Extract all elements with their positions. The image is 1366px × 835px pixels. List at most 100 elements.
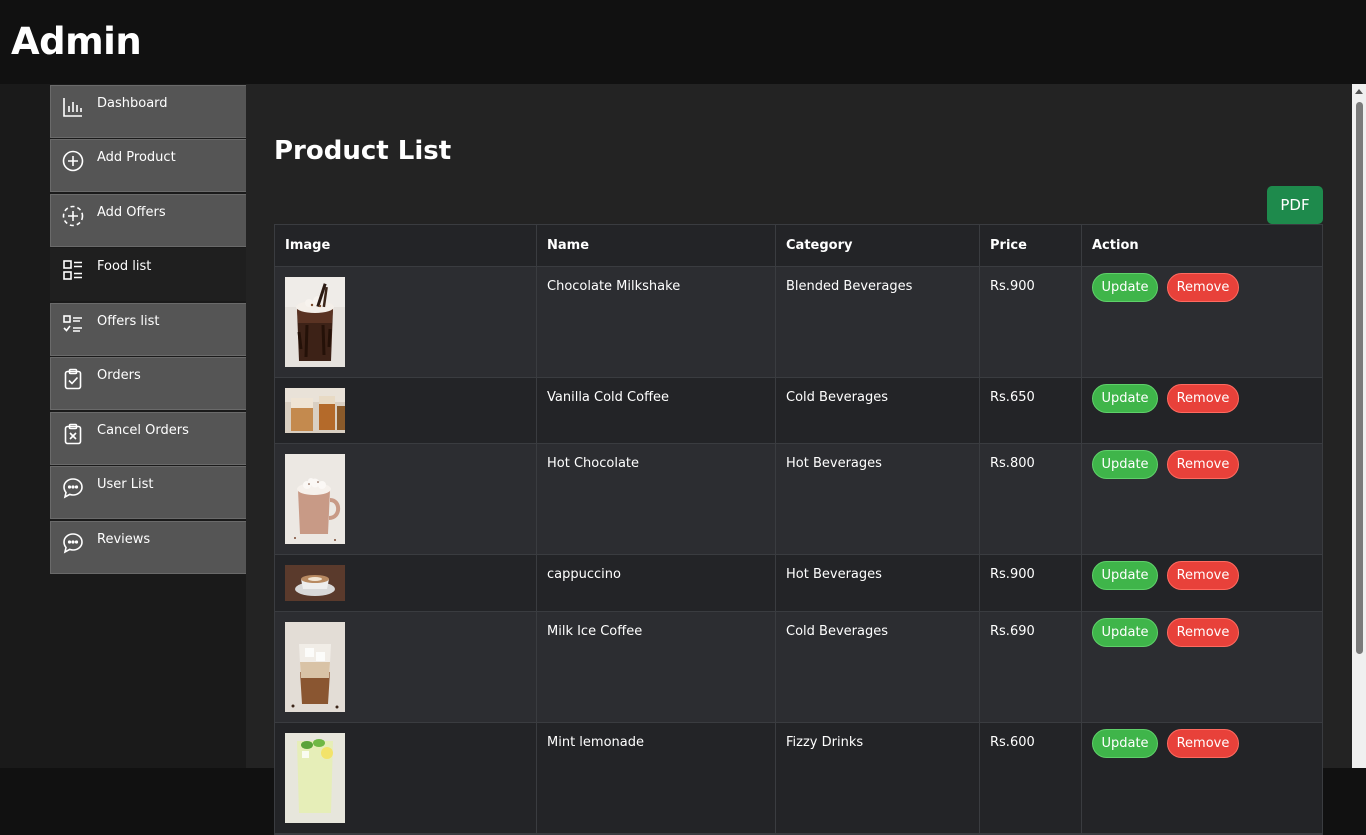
table-row: cappuccino Hot Beverages Rs.900 Update R… bbox=[275, 555, 1322, 612]
category-cell: Cold Beverages bbox=[776, 612, 980, 722]
update-button[interactable]: Update bbox=[1092, 450, 1158, 479]
list-icon bbox=[63, 260, 82, 280]
main-content: Product List PDF Image Name Category Pri… bbox=[246, 84, 1352, 835]
bar-chart-icon bbox=[63, 98, 82, 117]
product-name: cappuccino bbox=[547, 567, 621, 582]
product-category: Hot Beverages bbox=[786, 456, 882, 471]
remove-button[interactable]: Remove bbox=[1167, 561, 1239, 590]
price-cell: Rs.900 bbox=[980, 555, 1082, 611]
clipboard-check-icon bbox=[64, 368, 82, 390]
category-cell: Blended Beverages bbox=[776, 267, 980, 377]
dashed-plus-circle-icon bbox=[62, 205, 84, 227]
action-cell: Update Remove bbox=[1082, 555, 1322, 611]
remove-button[interactable]: Remove bbox=[1167, 450, 1239, 479]
sidebar-item-label: Offers list bbox=[97, 314, 160, 329]
product-category: Fizzy Drinks bbox=[786, 735, 864, 750]
sidebar-item-label: Reviews bbox=[97, 532, 151, 547]
sidebar-item-user-list[interactable]: User List bbox=[50, 466, 246, 519]
image-cell bbox=[275, 612, 537, 722]
sidebar-item-offers-list[interactable]: Offers list bbox=[50, 303, 246, 356]
remove-button[interactable]: Remove bbox=[1167, 384, 1239, 413]
mint-lemonade-photo bbox=[285, 733, 345, 823]
name-cell: Vanilla Cold Coffee bbox=[537, 378, 776, 443]
sidebar-item-label: Cancel Orders bbox=[97, 423, 189, 438]
hot-chocolate-photo bbox=[285, 454, 345, 544]
column-header: Action bbox=[1082, 225, 1322, 266]
table-row: Hot Chocolate Hot Beverages Rs.800 Updat… bbox=[275, 444, 1322, 555]
milk-ice-coffee-photo bbox=[285, 622, 345, 712]
app-title: Admin bbox=[11, 20, 142, 63]
product-price: Rs.900 bbox=[990, 279, 1035, 294]
scrollbar-thumb[interactable] bbox=[1356, 102, 1363, 654]
action-cell: Update Remove bbox=[1082, 444, 1322, 554]
price-cell: Rs.900 bbox=[980, 267, 1082, 377]
column-header-label: Image bbox=[285, 238, 331, 253]
category-cell: Hot Beverages bbox=[776, 444, 980, 554]
column-header-label: Category bbox=[786, 238, 853, 253]
product-category: Hot Beverages bbox=[786, 567, 882, 582]
product-name: Hot Chocolate bbox=[547, 456, 640, 471]
column-header: Name bbox=[537, 225, 776, 266]
product-name: Chocolate Milkshake bbox=[547, 279, 681, 294]
product-price: Rs.650 bbox=[990, 390, 1035, 405]
category-cell: Hot Beverages bbox=[776, 555, 980, 611]
column-header: Price bbox=[980, 225, 1082, 266]
price-cell: Rs.800 bbox=[980, 444, 1082, 554]
table-header-row: Image Name Category Price Action bbox=[275, 225, 1322, 267]
chat-bubble-icon bbox=[63, 478, 83, 499]
name-cell: Milk Ice Coffee bbox=[537, 612, 776, 722]
sidebar-item-add-product[interactable]: Add Product bbox=[50, 139, 246, 192]
remove-button[interactable]: Remove bbox=[1167, 729, 1239, 758]
product-category: Cold Beverages bbox=[786, 390, 888, 405]
column-header-label: Price bbox=[990, 238, 1027, 253]
price-cell: Rs.600 bbox=[980, 723, 1082, 833]
name-cell: Mint lemonade bbox=[537, 723, 776, 833]
image-cell bbox=[275, 444, 537, 554]
action-cell: Update Remove bbox=[1082, 267, 1322, 377]
image-cell bbox=[275, 723, 537, 833]
remove-button[interactable]: Remove bbox=[1167, 618, 1239, 647]
plus-circle-icon bbox=[62, 150, 84, 172]
sidebar-item-orders[interactable]: Orders bbox=[50, 357, 246, 410]
column-header-label: Name bbox=[547, 238, 590, 253]
update-button[interactable]: Update bbox=[1092, 273, 1158, 302]
product-category: Cold Beverages bbox=[786, 624, 888, 639]
vertical-scrollbar[interactable] bbox=[1352, 84, 1366, 768]
product-name: Mint lemonade bbox=[547, 735, 644, 750]
sidebar-item-label: Dashboard bbox=[97, 96, 168, 111]
sidebar-item-label: Food list bbox=[97, 259, 152, 274]
update-button[interactable]: Update bbox=[1092, 561, 1158, 590]
sidebar-item-food-list[interactable]: Food list bbox=[50, 248, 246, 301]
product-name: Milk Ice Coffee bbox=[547, 624, 643, 639]
sidebar-item-dashboard[interactable]: Dashboard bbox=[50, 85, 246, 138]
product-table: Image Name Category Price Action Chocola… bbox=[274, 224, 1323, 835]
update-button[interactable]: Update bbox=[1092, 618, 1158, 647]
product-price: Rs.900 bbox=[990, 567, 1035, 582]
pdf-button[interactable]: PDF bbox=[1267, 186, 1323, 224]
vanilla-cold-coffee-photo bbox=[285, 388, 345, 433]
image-cell bbox=[275, 555, 537, 611]
product-price: Rs.690 bbox=[990, 624, 1035, 639]
price-cell: Rs.650 bbox=[980, 378, 1082, 443]
price-cell: Rs.690 bbox=[980, 612, 1082, 722]
table-row: Mint lemonade Fizzy Drinks Rs.600 Update… bbox=[275, 723, 1322, 834]
scroll-up-arrow-icon[interactable] bbox=[1355, 89, 1363, 94]
sidebar-item-cancel-orders[interactable]: Cancel Orders bbox=[50, 412, 246, 465]
update-button[interactable]: Update bbox=[1092, 729, 1158, 758]
sidebar-item-label: Orders bbox=[97, 368, 141, 383]
update-button[interactable]: Update bbox=[1092, 384, 1158, 413]
sidebar-item-label: Add Offers bbox=[97, 205, 166, 220]
sidebar-item-add-offers[interactable]: Add Offers bbox=[50, 194, 246, 247]
product-name: Vanilla Cold Coffee bbox=[547, 390, 670, 405]
name-cell: Hot Chocolate bbox=[537, 444, 776, 554]
action-cell: Update Remove bbox=[1082, 612, 1322, 722]
chat-bubble-icon bbox=[63, 533, 83, 554]
product-price: Rs.800 bbox=[990, 456, 1035, 471]
column-header-label: Action bbox=[1092, 238, 1139, 253]
sidebar-item-reviews[interactable]: Reviews bbox=[50, 521, 246, 574]
column-header: Category bbox=[776, 225, 980, 266]
name-cell: Chocolate Milkshake bbox=[537, 267, 776, 377]
sidebar-item-label: Add Product bbox=[97, 150, 176, 165]
remove-button[interactable]: Remove bbox=[1167, 273, 1239, 302]
clipboard-x-icon bbox=[64, 423, 82, 445]
